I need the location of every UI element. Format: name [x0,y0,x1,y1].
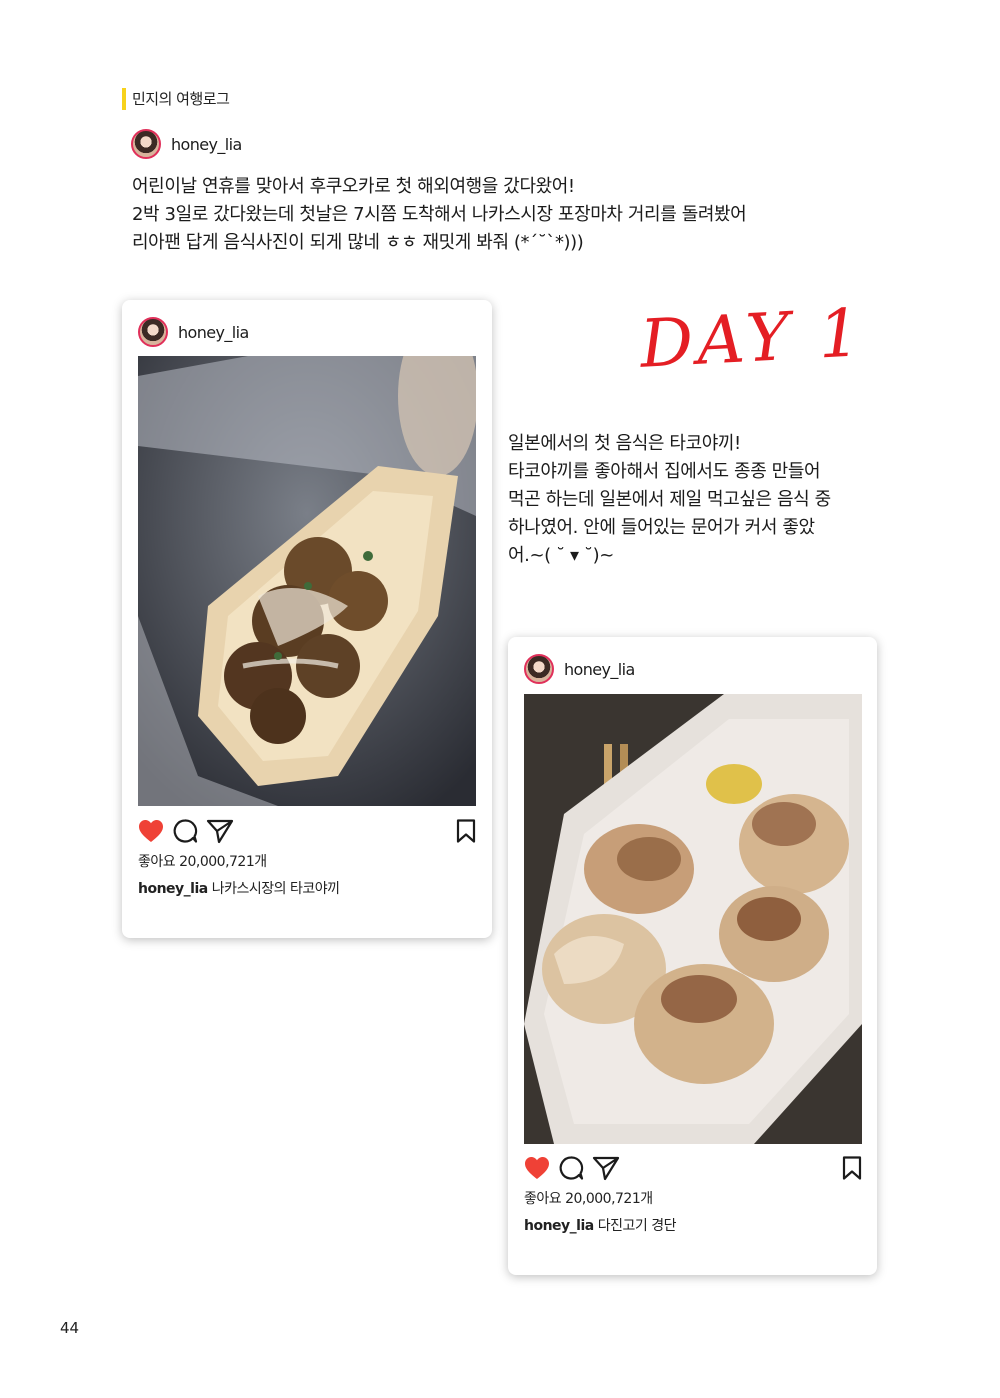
caption-text: 다진고기 경단 [597,1218,677,1234]
day-line: 타코야끼를 좋아해서 집에서도 종종 만들어 [508,461,821,482]
intro-line: 리아팬 답게 음식사진이 되게 많네 ㅎㅎ 재밋게 봐줘 (*´˘`*))) [132,232,584,253]
shumai-photo[interactable] [524,694,862,1144]
post-actions [138,818,234,844]
likes-count[interactable]: 좋아요 20,000,721개 [138,851,267,871]
day-line: 일본에서의 첫 음식은 타코야끼! [508,433,741,454]
bookmark-icon[interactable] [842,1156,862,1184]
avatar[interactable] [131,129,161,159]
intro-user: honey_lia [131,129,242,159]
avatar[interactable] [524,654,554,684]
post-caption: honey_lia 다진고기 경단 [524,1215,676,1235]
intro-text: 어린이날 연휴를 맞아서 후쿠오카로 첫 해외여행을 갔다왔어! 2박 3일로 … [132,173,872,257]
share-icon[interactable] [592,1155,620,1181]
caption-username[interactable]: honey_lia [524,1218,594,1234]
section-label: 민지의 여행로그 [122,88,230,110]
intro-username[interactable]: honey_lia [171,135,242,154]
post-card-takoyaki: honey_lia 좋아요 20,000,721개 honey_lia 나카스시… [122,300,492,938]
intro-line: 어린이날 연휴를 맞아서 후쿠오카로 첫 해외여행을 갔다왔어! [132,176,575,197]
day-line: 어.~( ˘ ▾ ˘)~ [508,545,614,566]
day-line: 먹곤 하는데 일본에서 제일 먹고싶은 음식 중 [508,489,831,510]
day-description: 일본에서의 첫 음식은 타코야끼! 타코야끼를 좋아해서 집에서도 종종 만들어… [508,430,888,570]
comment-icon[interactable] [172,818,198,844]
share-icon[interactable] [206,818,234,844]
day-title: DAY 1 [638,294,867,383]
post-actions [524,1155,620,1181]
bookmark-icon[interactable] [456,819,476,847]
caption-text: 나카스시장의 타코야끼 [211,881,340,897]
caption-username[interactable]: honey_lia [138,881,208,897]
post-header: honey_lia [138,317,249,347]
heart-icon[interactable] [524,1156,550,1180]
post-header: honey_lia [524,654,635,684]
post-username[interactable]: honey_lia [564,660,635,679]
heart-icon[interactable] [138,819,164,843]
day-line: 하나였어. 안에 들어있는 문어가 커서 좋았 [508,517,815,538]
intro-line: 2박 3일로 갔다왔는데 첫날은 7시쯤 도착해서 나카스시장 포장마차 거리를… [132,204,747,225]
avatar[interactable] [138,317,168,347]
page-number: 44 [60,1319,80,1337]
likes-count[interactable]: 좋아요 20,000,721개 [524,1188,653,1208]
post-card-shumai: honey_lia 좋아요 20,000,721개 honey_lia 다진고기… [508,637,877,1275]
post-caption: honey_lia 나카스시장의 타코야끼 [138,878,340,898]
post-username[interactable]: honey_lia [178,323,249,342]
takoyaki-photo[interactable] [138,356,476,806]
comment-icon[interactable] [558,1155,584,1181]
